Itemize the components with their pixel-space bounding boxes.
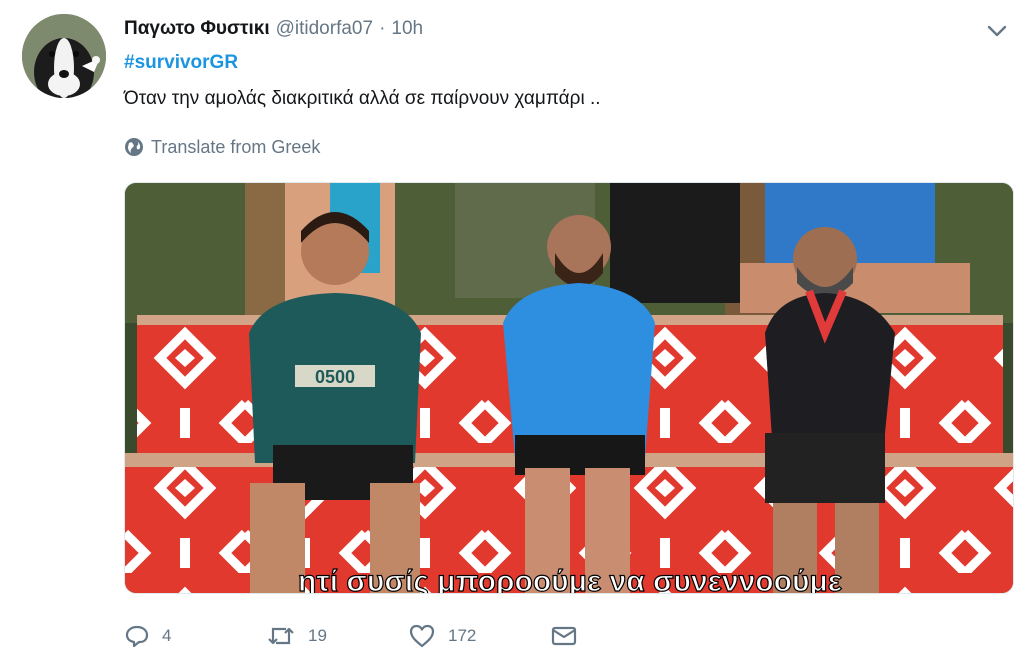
user-handle[interactable]: @itidorfa07	[276, 18, 373, 40]
tweet-actions: 4 19 172	[124, 618, 578, 654]
like-button[interactable]: 172	[408, 623, 550, 649]
survivor-scene-image: 0500 ητί συσίς μποροούμε να συνεννοούμε	[125, 183, 1013, 594]
like-count: 172	[448, 626, 477, 645]
hashtag-link[interactable]: #survivorGR	[124, 52, 238, 74]
chevron-down-icon	[987, 25, 1007, 37]
reply-button[interactable]: 4	[124, 624, 266, 648]
video-subtitle: ητί συσίς μποροούμε να συνεννοούμε	[298, 565, 842, 594]
heart-icon	[409, 624, 435, 648]
timestamp[interactable]: 10h	[391, 18, 423, 40]
retweet-count: 19	[308, 626, 327, 645]
tweet-menu-button[interactable]	[984, 18, 1010, 44]
reply-count: 4	[162, 626, 172, 645]
retweet-icon	[268, 627, 294, 645]
message-button[interactable]	[550, 625, 578, 647]
avatar[interactable]	[22, 14, 106, 98]
retweet-button[interactable]: 19	[266, 624, 408, 648]
reply-icon	[125, 625, 149, 648]
translate-link[interactable]: Translate from Greek	[124, 134, 320, 160]
tweet-media-image[interactable]: 0500 ητί συσίς μποροούμε να συνεννοούμε	[124, 182, 1014, 594]
translate-label: Translate from Greek	[151, 136, 321, 157]
tweet-header: Παγωτο Φυστικι @itidorfa07 · 10h	[124, 16, 423, 42]
separator-dot: ·	[379, 18, 386, 39]
avatar-dog-image	[22, 14, 106, 98]
tweet-text: Όταν την αμολάς διακριτικά αλλά σε παίρν…	[124, 88, 601, 109]
globe-icon	[125, 138, 143, 156]
envelope-icon	[551, 626, 577, 646]
display-name[interactable]: Παγωτο Φυστικι	[124, 18, 270, 40]
shirt-print: 0500	[315, 367, 355, 387]
